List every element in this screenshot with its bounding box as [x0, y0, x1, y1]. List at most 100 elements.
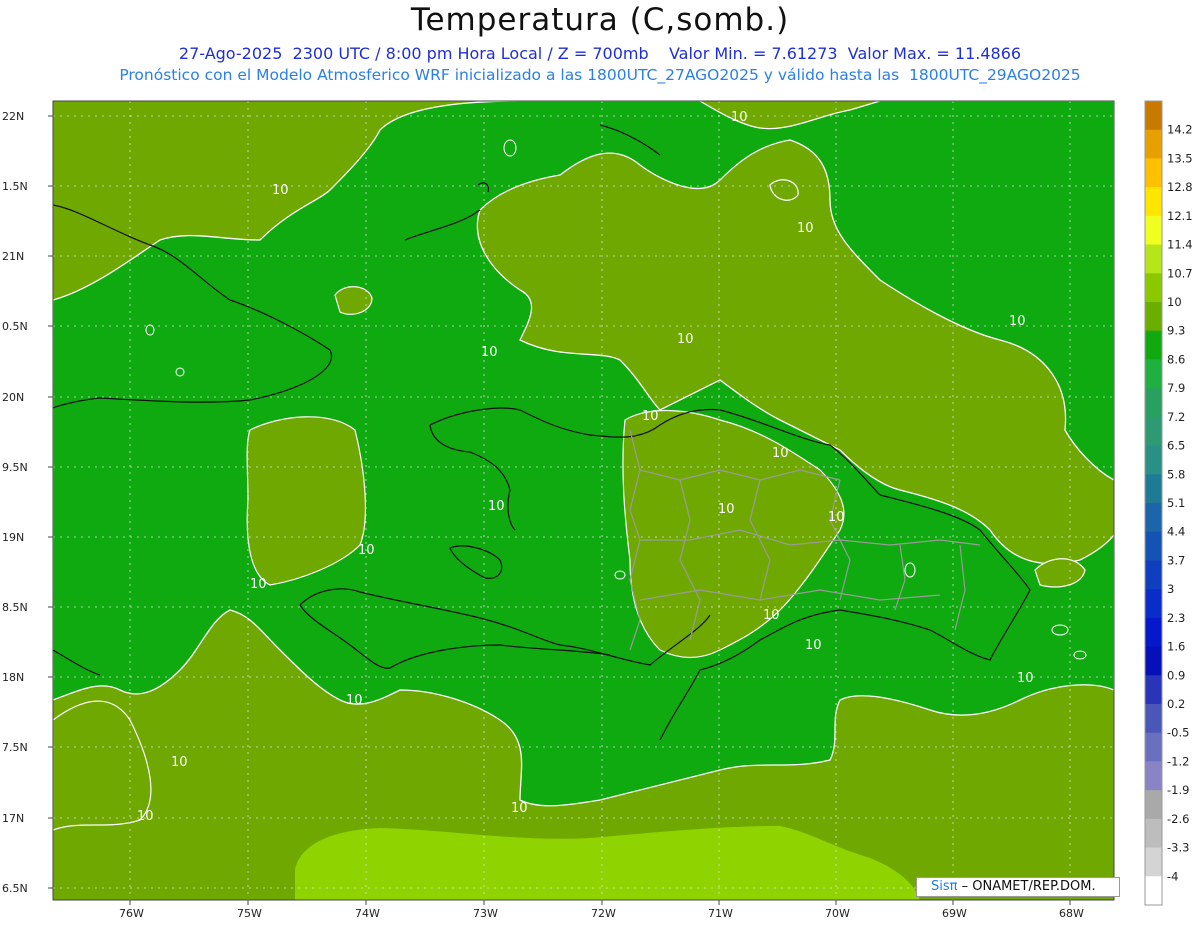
colorbar-label: 4.4: [1167, 525, 1185, 539]
colorbar-label: 0.2: [1167, 697, 1185, 711]
colorbar-label: 2.3: [1167, 611, 1185, 625]
contour-label: 10: [481, 345, 498, 360]
colorbar-swatch: [1145, 531, 1162, 561]
colorbar-swatch: [1145, 359, 1162, 389]
contour-label: 10: [772, 446, 789, 461]
contour-label: 10: [511, 801, 528, 816]
colorbar-label: 11.4: [1167, 238, 1193, 252]
contour-label: 10: [642, 409, 659, 424]
colorbar: 14.2 13.5 12.8 12.1 11.4 10.7 10 9.3 8.6 7.9 7.2 6.…: [1144, 100, 1193, 906]
colorbar-label: 12.8: [1167, 180, 1193, 194]
lat-tick-label: 0.5N: [2, 320, 28, 333]
colorbar-swatch: [1145, 704, 1162, 734]
colorbar-swatch: [1145, 445, 1162, 475]
lon-tick-label: 69W: [942, 907, 967, 920]
colorbar-swatch: [1145, 244, 1162, 274]
contour-label: 10: [272, 183, 289, 198]
lon-tick-label: 73W: [473, 907, 498, 920]
colorbar-label: 7.9: [1167, 381, 1185, 395]
colorbar-swatch: [1145, 675, 1162, 705]
colorbar-swatch: [1145, 187, 1162, 217]
colorbar-label: -1.9: [1167, 783, 1189, 797]
colorbar-label: 10.7: [1167, 266, 1193, 280]
colorbar-swatch: [1145, 330, 1162, 360]
lat-tick-label: 9.5N: [2, 461, 28, 474]
contour-label: 10: [1017, 671, 1034, 686]
colorbar-label: 5.8: [1167, 467, 1185, 481]
lat-tick-label: 1.5N: [2, 180, 28, 193]
colorbar-swatch: [1145, 101, 1162, 131]
colorbar-swatch: [1145, 503, 1162, 533]
latitude-axis: 22N 1.5N 21N 0.5N 20N 9.5N 19N 8.5N 18N …: [2, 110, 53, 895]
colorbar-swatch: [1145, 589, 1162, 619]
lat-tick-label: 8.5N: [2, 601, 28, 614]
colorbar-label: 9.3: [1167, 324, 1185, 338]
colorbar-label: 12.1: [1167, 209, 1193, 223]
colorbar-label: 6.5: [1167, 439, 1185, 453]
colorbar-label: 8.6: [1167, 352, 1185, 366]
lat-tick-label: 18N: [2, 671, 24, 684]
contour-label: 10: [805, 638, 822, 653]
lon-tick-label: 70W: [825, 907, 850, 920]
colorbar-swatch: [1145, 416, 1162, 447]
colorbar-swatch: [1145, 388, 1162, 418]
sispi-logo: Sisπ: [931, 879, 958, 894]
contour-label: 10: [828, 510, 845, 525]
credit-text: – ONAMET/REP.DOM.: [961, 879, 1096, 894]
colorbar-swatch: [1145, 732, 1162, 762]
lon-tick-label: 71W: [708, 907, 733, 920]
colorbar-swatch: [1145, 129, 1162, 159]
colorbar-label: 1.6: [1167, 640, 1185, 654]
colorbar-label: 13.5: [1167, 151, 1193, 165]
contour-label: 10: [1009, 314, 1026, 329]
lon-tick-label: 74W: [355, 907, 380, 920]
colorbar-label: -2.6: [1167, 812, 1189, 826]
contour-label: 10: [346, 693, 363, 708]
colorbar-swatch: [1145, 302, 1162, 332]
longitude-axis: 76W 75W 74W 73W 72W 71W 70W 69W 68W: [119, 900, 1084, 920]
contour-label: 10: [763, 608, 780, 623]
colorbar-label: 10: [1167, 295, 1182, 309]
colorbar-swatch: [1145, 158, 1162, 188]
lat-tick-label: 21N: [2, 250, 24, 263]
lat-tick-label: 20N: [2, 391, 24, 404]
colorbar-label: -4: [1167, 869, 1178, 883]
colorbar-swatch: [1145, 273, 1162, 303]
colorbar-swatch: [1145, 847, 1162, 877]
contour-label: 10: [358, 543, 375, 558]
colorbar-swatch: [1145, 560, 1162, 590]
contour-label: 10: [250, 577, 267, 592]
temperature-map: 10 10 10 10 10 10 10 10 10 10 10 10 10 1…: [2, 100, 1193, 920]
colorbar-swatch: [1145, 818, 1162, 849]
colorbar-label: 3: [1167, 582, 1174, 596]
colorbar-label: -0.5: [1167, 726, 1189, 740]
lat-tick-label: 7.5N: [2, 741, 28, 754]
colorbar-label: 5.1: [1167, 496, 1185, 510]
colorbar-label: 14.2: [1167, 123, 1193, 137]
colorbar-swatch: [1145, 215, 1162, 246]
contour-label: 10: [718, 502, 735, 517]
lat-tick-label: 22N: [2, 110, 24, 123]
colorbar-label: 7.2: [1167, 410, 1185, 424]
lon-tick-label: 75W: [237, 907, 262, 920]
colorbar-swatch: [1145, 761, 1162, 791]
colorbar-swatch: [1145, 474, 1162, 504]
lat-tick-label: 6.5N: [2, 882, 28, 895]
colorbar-label: -3.3: [1167, 841, 1189, 855]
colorbar-label: 0.9: [1167, 668, 1185, 682]
lon-tick-label: 72W: [591, 907, 616, 920]
colorbar-label: -1.2: [1167, 754, 1189, 768]
lat-tick-label: 17N: [2, 812, 24, 825]
lon-tick-label: 76W: [119, 907, 144, 920]
lon-tick-label: 68W: [1059, 907, 1084, 920]
contour-label: 10: [677, 332, 694, 347]
contour-label: 10: [797, 221, 814, 236]
map-plot-area: 10 10 10 10 10 10 10 10 10 10 10 10 10 1…: [53, 101, 1114, 900]
colorbar-swatch: [1145, 646, 1162, 676]
lat-tick-label: 19N: [2, 531, 24, 544]
colorbar-swatch: [1145, 617, 1162, 648]
contour-label: 10: [488, 499, 505, 514]
contour-label: 10: [731, 110, 748, 125]
contour-label: 10: [171, 755, 188, 770]
credit-box: Sisπ – ONAMET/REP.DOM.: [916, 877, 1120, 897]
